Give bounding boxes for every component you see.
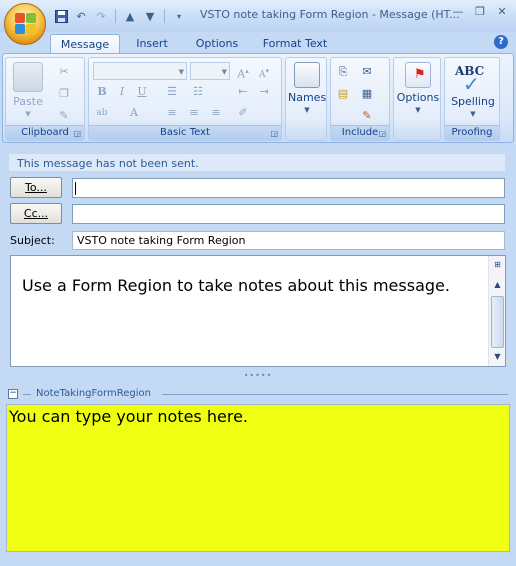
chevron-down-icon: ▼ — [304, 106, 310, 114]
help-icon[interactable]: ? — [494, 35, 508, 49]
group-label: Clipboard — [6, 125, 84, 140]
undo-icon[interactable]: ↶ — [72, 8, 90, 24]
close-icon[interactable]: ✕ — [494, 5, 510, 19]
tab-message[interactable]: Message — [50, 34, 120, 54]
grow-font-icon[interactable]: A▴ — [234, 62, 252, 81]
chevron-down-icon: ▼ — [470, 110, 476, 118]
group-label: Basic Text — [89, 125, 281, 140]
dialog-launcher-icon[interactable]: ◲ — [270, 129, 278, 138]
chevron-down-icon: ▼ — [415, 106, 421, 114]
toolbar-separator — [164, 9, 165, 23]
font-name-combo[interactable]: ▼ — [93, 62, 187, 80]
increase-indent-icon[interactable]: ⇥ — [255, 83, 273, 101]
bold-button[interactable]: B — [93, 83, 111, 101]
paste-icon — [13, 62, 43, 92]
names-group: Names ▼ — [285, 57, 327, 141]
font-color-icon[interactable]: A — [125, 104, 143, 122]
attach-file-icon[interactable]: ⎘ — [335, 64, 351, 80]
office-button[interactable] — [4, 3, 46, 45]
down-icon[interactable]: ▼ — [141, 8, 159, 24]
cc-field[interactable] — [72, 204, 505, 224]
save-icon[interactable] — [52, 8, 70, 24]
ribbon: Paste ▼ ✂ ❐ ✎ Clipboard ◲ ▼ ▼ A▴ A▾ B I … — [2, 53, 514, 143]
names-button[interactable]: Names ▼ — [288, 62, 326, 114]
tab-options[interactable]: Options — [186, 34, 248, 54]
signature-icon[interactable]: ✎ — [359, 108, 375, 124]
decrease-indent-icon[interactable]: ⇤ — [234, 83, 252, 101]
address-book-icon — [294, 62, 320, 88]
highlight-icon[interactable]: ab — [93, 104, 111, 122]
info-bar: This message has not been sent. — [8, 153, 506, 172]
cut-icon[interactable]: ✂ — [56, 64, 72, 80]
restore-icon[interactable]: ❐ — [472, 5, 488, 19]
align-center-icon[interactable]: ≡ — [185, 104, 203, 122]
clear-formatting-icon[interactable]: ✐ — [234, 104, 252, 122]
attach-item-icon[interactable]: ✉ — [359, 64, 375, 80]
underline-button[interactable]: U — [133, 83, 151, 101]
options-button[interactable]: ⚑ Options ▼ — [396, 62, 440, 114]
subject-label: Subject: — [10, 234, 55, 247]
copy-icon[interactable]: ❐ — [56, 86, 72, 102]
header-line — [23, 394, 31, 395]
ruler-toggle-icon[interactable]: ⊞ — [490, 258, 505, 272]
clipboard-group: Paste ▼ ✂ ❐ ✎ Clipboard ◲ — [5, 57, 85, 141]
title-bar: ↶ ↷ ▲ ▼ ▾ VSTO note taking Form Region -… — [0, 0, 516, 45]
notes-textarea[interactable]: You can type your notes here. — [6, 404, 510, 552]
ribbon-tabs: Message Insert Options Format Text — [0, 32, 516, 54]
proofing-group: ABC ✓ Spelling ▼ Proofing — [444, 57, 500, 141]
tab-format-text[interactable]: Format Text — [254, 34, 336, 54]
cc-button[interactable]: Cc... — [10, 203, 62, 224]
format-painter-icon[interactable]: ✎ — [56, 108, 72, 124]
collapse-icon[interactable]: − — [8, 389, 18, 399]
message-body[interactable]: Use a Form Region to take notes about th… — [10, 255, 506, 367]
office-logo-icon — [15, 13, 37, 35]
options-group: ⚑ Options ▼ — [393, 57, 441, 141]
body-text: Use a Form Region to take notes about th… — [22, 276, 450, 295]
redo-icon[interactable]: ↷ — [92, 8, 110, 24]
toolbar-separator — [115, 9, 116, 23]
minimize-icon[interactable]: — — [450, 5, 466, 19]
to-button[interactable]: To... — [10, 177, 62, 198]
numbering-icon[interactable]: ☷ — [189, 83, 207, 101]
spelling-button[interactable]: ABC ✓ Spelling ▼ — [447, 62, 499, 118]
paste-button[interactable]: Paste ▼ — [10, 62, 46, 118]
up-icon[interactable]: ▲ — [121, 8, 139, 24]
align-left-icon[interactable]: ≡ — [163, 104, 181, 122]
scroll-down-icon[interactable]: ▼ — [490, 350, 505, 364]
align-right-icon[interactable]: ≡ — [207, 104, 225, 122]
form-region-title: NoteTakingFormRegion — [36, 388, 151, 399]
shrink-font-icon[interactable]: A▾ — [255, 62, 273, 80]
to-field[interactable] — [72, 178, 505, 198]
quick-access-toolbar: ↶ ↷ ▲ ▼ ▾ — [52, 7, 188, 25]
vertical-scrollbar[interactable]: ⊞ ▲ ▼ — [488, 256, 505, 366]
flag-icon: ⚑ — [405, 62, 431, 88]
spell-check-icon: ABC ✓ — [455, 64, 485, 96]
customize-icon[interactable]: ▾ — [170, 8, 188, 24]
header-line — [162, 394, 508, 395]
window-controls: — ❐ ✕ — [450, 5, 510, 19]
tab-insert[interactable]: Insert — [124, 34, 180, 54]
bullets-icon[interactable]: ☰ — [163, 83, 181, 101]
dialog-launcher-icon[interactable]: ◲ — [378, 129, 386, 138]
text-caret — [75, 182, 76, 195]
italic-button[interactable]: I — [113, 83, 131, 101]
window-title: VSTO note taking Form Region - Message (… — [200, 8, 460, 21]
group-label: Proofing — [445, 125, 499, 140]
scroll-up-icon[interactable]: ▲ — [490, 278, 505, 292]
notes-text: You can type your notes here. — [9, 407, 248, 426]
calendar-icon[interactable]: ▦ — [359, 86, 375, 102]
splitter-handle[interactable]: ••••• — [0, 372, 516, 382]
business-card-icon[interactable]: ▤ — [335, 86, 351, 102]
include-group: ⎘ ✉ ▤ ▦ ✎ Include ◲ — [330, 57, 390, 141]
subject-field[interactable]: VSTO note taking Form Region — [72, 231, 505, 250]
basic-text-group: ▼ ▼ A▴ A▾ B I U ☰ ☷ ⇤ ⇥ ab A ≡ ≡ ≡ ✐ Bas… — [88, 57, 282, 141]
font-size-combo[interactable]: ▼ — [190, 62, 230, 80]
dialog-launcher-icon[interactable]: ◲ — [73, 129, 81, 138]
scroll-thumb[interactable] — [491, 296, 504, 348]
form-region-header: − NoteTakingFormRegion — [8, 387, 508, 401]
chevron-down-icon: ▼ — [25, 110, 31, 118]
